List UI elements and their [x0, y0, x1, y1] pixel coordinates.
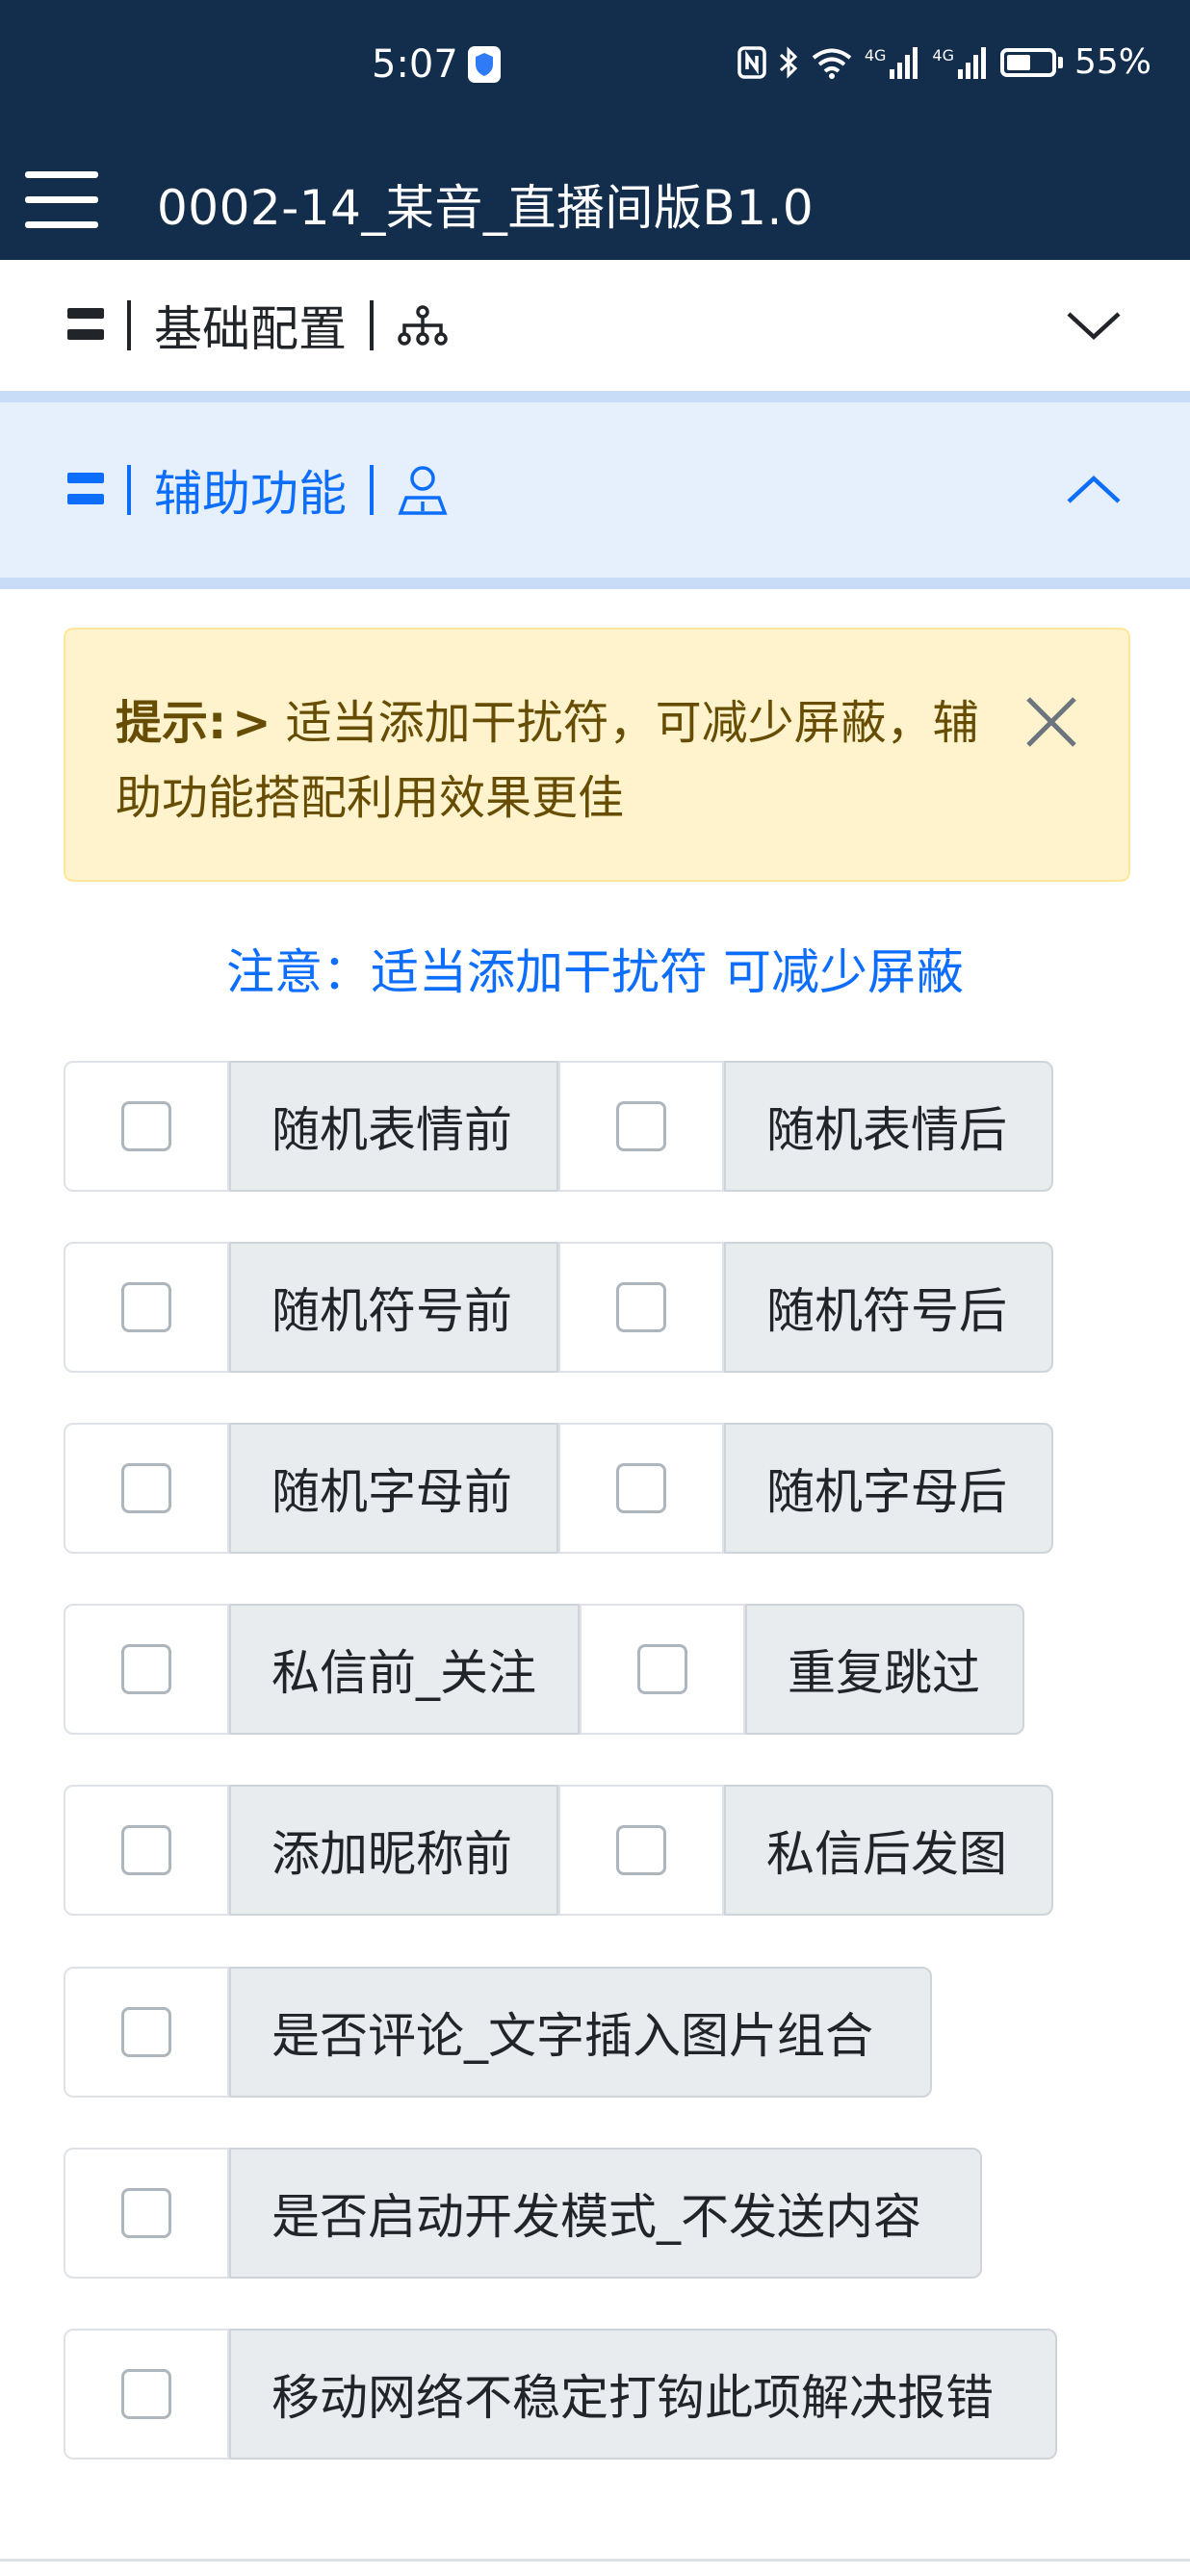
checkbox-cell: [64, 2148, 229, 2279]
option-checkbox[interactable]: [121, 2007, 171, 2057]
option-checkbox[interactable]: [121, 2188, 171, 2238]
option-checkbox[interactable]: [616, 1101, 666, 1151]
alert-arrow: >: [232, 696, 272, 750]
app-bar: 0002-14_某音_直播间版B1.0: [0, 135, 1190, 260]
option-row: 添加昵称前 私信后发图: [64, 1785, 1053, 1916]
notice-text: 注意：适当添加干扰符 可减少屏蔽: [226, 944, 964, 1000]
option-checkbox[interactable]: [121, 1101, 171, 1151]
checkbox-cell: [64, 1242, 229, 1373]
status-time: 5:07: [372, 42, 458, 87]
status-time-group: 5:07: [372, 42, 501, 87]
option-checkbox[interactable]: [616, 1282, 666, 1332]
option-label[interactable]: 随机表情后: [724, 1061, 1053, 1192]
option-label[interactable]: 重复跳过: [745, 1604, 1024, 1735]
list-icon: [67, 473, 104, 507]
divider: [370, 465, 374, 515]
option-checkbox[interactable]: [616, 1463, 666, 1513]
option-label[interactable]: 私信前_关注: [229, 1604, 580, 1735]
section-title: 辅助功能: [154, 466, 347, 522]
option-checkbox[interactable]: [121, 1825, 171, 1875]
option-label[interactable]: 随机字母前: [229, 1423, 558, 1554]
divider: [370, 300, 374, 350]
section-title: 基础配置: [154, 301, 347, 357]
checkbox-cell: [64, 1967, 229, 2098]
hamburger-menu-icon[interactable]: [25, 171, 98, 229]
option-row: 随机表情前 随机表情后: [64, 1061, 1053, 1192]
option-row: 移动网络不稳定打钩此项解决报错: [64, 2329, 1057, 2460]
section-assist-header[interactable]: 辅助功能: [0, 402, 1190, 589]
signal-2-icon: 4G: [932, 46, 989, 79]
option-label[interactable]: 随机字母后: [724, 1423, 1053, 1554]
option-label[interactable]: 是否评论_文字插入图片组合: [229, 1967, 932, 2098]
section-basic-config-header[interactable]: 基础配置: [0, 260, 1190, 402]
user-icon: [398, 466, 448, 515]
option-label[interactable]: 随机符号前: [229, 1242, 558, 1373]
signal-1-icon: 4G: [865, 46, 921, 79]
hint-alert: 提示: > 适当添加干扰符，可减少屏蔽，辅助功能搭配利用效果更佳: [64, 628, 1130, 882]
shield-icon: [467, 46, 501, 83]
wifi-icon: [812, 48, 852, 79]
list-icon: [67, 308, 104, 343]
checkbox-cell: [558, 1785, 724, 1916]
checkbox-cell: [580, 1604, 745, 1735]
alert-label: 提示:: [116, 696, 227, 750]
checkbox-cell: [64, 1061, 229, 1192]
option-label[interactable]: 随机符号后: [724, 1242, 1053, 1373]
option-label[interactable]: 随机表情前: [229, 1061, 558, 1192]
status-bar: 5:07 4G 4G 55%: [0, 0, 1190, 135]
option-row: 随机符号前 随机符号后: [64, 1242, 1053, 1373]
divider: [127, 465, 131, 515]
option-label[interactable]: 是否启动开发模式_不发送内容: [229, 2148, 982, 2279]
checkbox-cell: [64, 1423, 229, 1554]
checkbox-cell: [64, 1785, 229, 1916]
checkbox-cell: [558, 1061, 724, 1192]
option-label[interactable]: 添加昵称前: [229, 1785, 558, 1916]
option-row: 随机字母前 随机字母后: [64, 1423, 1053, 1554]
network-type-label-2: 4G: [932, 45, 954, 64]
option-checkbox[interactable]: [121, 1282, 171, 1332]
divider: [0, 2559, 1190, 2562]
chevron-down-icon[interactable]: [1065, 296, 1123, 354]
alert-text: 提示: > 适当添加干扰符，可减少屏蔽，辅助功能搭配利用效果更佳: [116, 685, 982, 836]
nfc-icon: [737, 45, 766, 79]
battery-percent: 55%: [1074, 42, 1151, 82]
checkbox-cell: [64, 2329, 229, 2460]
close-icon[interactable]: [1022, 693, 1080, 751]
divider: [127, 300, 131, 350]
option-label[interactable]: 移动网络不稳定打钩此项解决报错: [229, 2329, 1057, 2460]
checkbox-cell: [64, 1604, 229, 1735]
bluetooth-icon: [779, 45, 797, 79]
checkbox-cell: [558, 1423, 724, 1554]
option-checkbox[interactable]: [616, 1825, 666, 1875]
option-checkbox[interactable]: [121, 1644, 171, 1694]
option-row: 私信前_关注 重复跳过: [64, 1604, 1024, 1735]
status-icons: 4G 4G 55%: [737, 42, 1151, 82]
checkbox-cell: [558, 1242, 724, 1373]
option-label[interactable]: 私信后发图: [724, 1785, 1053, 1916]
battery-icon: [999, 47, 1063, 77]
option-checkbox[interactable]: [121, 1463, 171, 1513]
network-type-label: 4G: [864, 45, 887, 64]
option-row: 是否评论_文字插入图片组合: [64, 1967, 932, 2098]
app-title: 0002-14_某音_直播间版B1.0: [157, 180, 815, 236]
option-checkbox[interactable]: [121, 2369, 171, 2419]
option-checkbox[interactable]: [637, 1644, 687, 1694]
sitemap-icon: [398, 305, 448, 346]
chevron-up-icon[interactable]: [1065, 461, 1123, 519]
option-row: 是否启动开发模式_不发送内容: [64, 2148, 982, 2279]
